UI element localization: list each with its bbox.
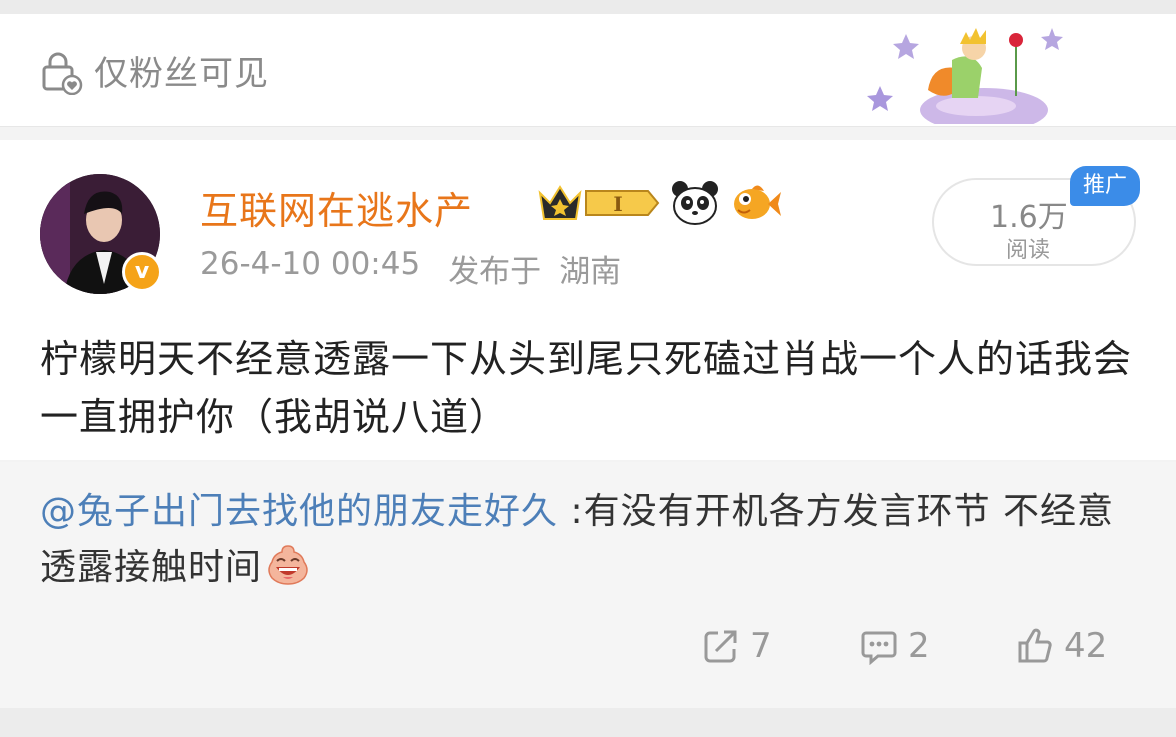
- like-button[interactable]: 42: [1016, 626, 1107, 666]
- post-card: v 互联网在逃水产 I 26-4-10 00:45 发布于 湖南 1.6万 阅读…: [0, 140, 1176, 460]
- comment-button[interactable]: 2: [860, 626, 930, 666]
- visibility-header: 仅粉丝可见: [0, 14, 1176, 127]
- visibility-indicator: 仅粉丝可见: [38, 46, 269, 95]
- crown-level-badge-icon[interactable]: I: [536, 181, 660, 225]
- visibility-label: 仅粉丝可见: [94, 54, 269, 94]
- little-prince-decoration: [867, 28, 1063, 124]
- repost-icon: [704, 630, 737, 663]
- post-meta: 26-4-10 00:45 发布于 湖南: [200, 246, 621, 291]
- mention-link[interactable]: @兔子出门去找他的朋友走好久: [40, 491, 558, 532]
- username[interactable]: 互联网在逃水产: [200, 180, 473, 235]
- like-count: 42: [1064, 626, 1108, 666]
- post-date: 26-4-10 00:45: [200, 246, 421, 282]
- panda-icon[interactable]: [670, 180, 720, 226]
- bottom-strip: [0, 708, 1176, 737]
- action-bar: 7 2 42: [0, 626, 1176, 676]
- level-badge-text: I: [613, 192, 622, 216]
- post-location: 湖南: [559, 254, 622, 290]
- comment-count: 2: [908, 626, 930, 666]
- top-strip: [0, 0, 1176, 14]
- verified-badge: v: [122, 252, 162, 292]
- repost-count: 7: [750, 626, 772, 666]
- promo-tag: 推广: [1070, 166, 1140, 206]
- user-badges: I: [536, 180, 782, 226]
- post-body: 柠檬明天不经意透露一下从头到尾只死磕过肖战一个人的话我会一直拥护你（我胡说八道）: [40, 337, 1133, 439]
- quoted-post[interactable]: @兔子出门去找他的朋友走好久 :有没有开机各方发言环节 不经意透露接触时间 7 …: [0, 462, 1176, 708]
- published-label: 发布于: [448, 254, 542, 290]
- laughing-emoji-icon: [268, 545, 308, 585]
- quoted-body: @兔子出门去找他的朋友走好久 :有没有开机各方发言环节 不经意透露接触时间: [40, 484, 1140, 596]
- thumbs-up-icon: [1018, 628, 1052, 663]
- repost-button[interactable]: 7: [702, 626, 772, 666]
- goldfish-icon[interactable]: [730, 180, 782, 226]
- read-label: 阅读: [1006, 238, 1051, 263]
- lock-heart-icon: [42, 52, 83, 95]
- read-count: 1.6万: [990, 200, 1068, 235]
- comment-icon: [861, 631, 897, 665]
